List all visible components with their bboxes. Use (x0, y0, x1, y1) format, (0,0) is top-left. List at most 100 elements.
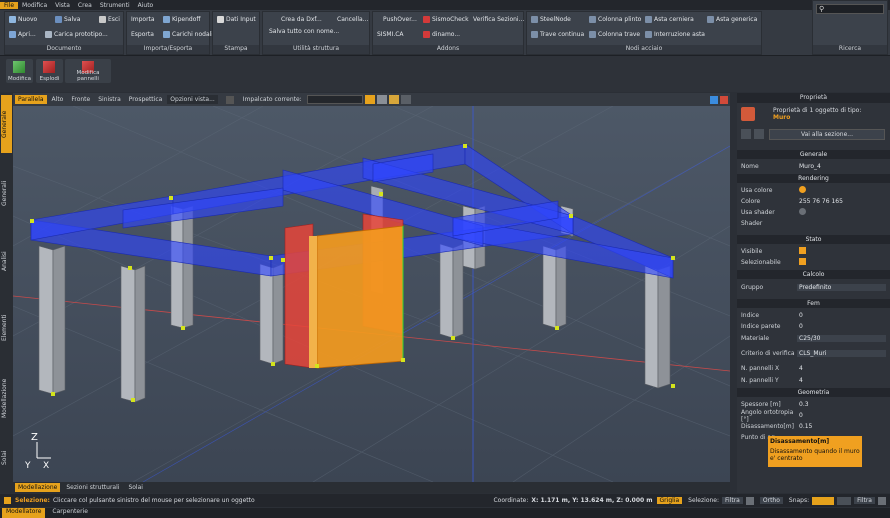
menu-modifica[interactable]: Modifica (18, 2, 51, 9)
section-stato[interactable]: Stato (737, 235, 890, 244)
tab-carpenterie[interactable]: Carpenterie (48, 508, 92, 518)
section-fem[interactable]: Fem (737, 299, 890, 308)
tab-prospettica[interactable]: Prospettica (126, 95, 166, 104)
npx-field[interactable]: 4 (797, 365, 890, 372)
npy-field[interactable]: 4 (797, 377, 890, 384)
section-generale[interactable]: Generale (737, 150, 890, 159)
esplodi-button[interactable]: Esplodi (36, 59, 63, 83)
pushover-button[interactable]: PushOver... (383, 16, 417, 23)
row-colore: Colore 255 76 76 165 (737, 196, 890, 207)
snap-extra[interactable] (837, 496, 852, 505)
tab-alto[interactable]: Alto (49, 95, 67, 104)
gruppo-select[interactable]: Predefinito (797, 284, 886, 291)
opzioni-vista-button[interactable]: Opzioni vista... (167, 95, 218, 104)
usa-colore-radio[interactable] (799, 186, 806, 193)
wrench-icon[interactable] (376, 95, 387, 104)
asta-cerniera-button[interactable]: Asta cerniera (645, 16, 694, 23)
arrow-down-icon[interactable] (400, 95, 411, 104)
griglia-toggle[interactable]: Griglia (656, 497, 683, 504)
esporta-button[interactable]: Esporta (131, 31, 154, 38)
selezionabile-checkbox[interactable] (799, 258, 806, 265)
colonna-plinto-button[interactable]: Colonna plinto (589, 16, 641, 23)
cancella-button[interactable]: Cancella... (337, 16, 368, 23)
tab-modellazione[interactable]: Modellazione (15, 483, 61, 492)
sidetab-analisi[interactable]: Analisi (1, 243, 12, 279)
close-view-icon[interactable] (720, 95, 728, 104)
carica-prototipo-button[interactable]: Carica prototipo... (45, 31, 108, 38)
apri-button[interactable]: Apri... (9, 31, 36, 38)
interruzione-asta-button[interactable]: Interruzione asta (645, 31, 705, 38)
section-geometria[interactable]: Geometria (737, 388, 890, 397)
row-materiale: Materiale C25/30 (737, 333, 890, 344)
colore-field[interactable]: 255 76 76 165 (797, 198, 890, 205)
selected-wall[interactable] (316, 225, 404, 369)
menu-vista[interactable]: Vista (51, 2, 74, 9)
search-icon: ⚲ (819, 5, 825, 13)
usa-shader-radio[interactable] (799, 208, 806, 215)
verifica-sezioni-button[interactable]: Verifica Sezioni... (473, 16, 524, 23)
section-rendering[interactable]: Rendering (737, 174, 890, 183)
goto-section-select[interactable]: Vai alla sezione... (769, 129, 885, 140)
disassamento-field[interactable]: 0.15 (797, 423, 890, 430)
nome-field[interactable]: Muro_4 (797, 163, 890, 170)
dinamo-button[interactable]: dinamo... (423, 31, 460, 38)
carichi-nodali-button[interactable]: Carichi nodali (163, 31, 213, 38)
colonna-trave-button[interactable]: Colonna trave (589, 31, 640, 38)
menu-strumenti[interactable]: Strumenti (96, 2, 134, 9)
row-selezionabile: Selezionabile (737, 257, 890, 268)
crea-dxf-button[interactable]: Crea da Dxf... (281, 16, 322, 23)
menu-file[interactable]: File (0, 1, 19, 9)
materiale-select[interactable]: C25/30 (797, 335, 886, 342)
snap-wrench-icon[interactable] (878, 496, 886, 505)
kipendoff-button[interactable]: Kipendoff (163, 16, 201, 23)
sidetab-elementi[interactable]: Elementi (1, 308, 12, 348)
snap-toggles[interactable] (812, 496, 835, 505)
sismica-button[interactable]: SISMI.CA (377, 31, 404, 38)
wrench-icon[interactable] (745, 496, 754, 505)
tab-parallela[interactable]: Parallela (15, 95, 47, 104)
ortho-toggle[interactable]: Ortho (759, 497, 783, 504)
section-calcolo[interactable]: Calcolo (737, 270, 890, 279)
tab-modellatore[interactable]: Modellatore (2, 508, 46, 518)
asta-generica-button[interactable]: Asta generica (707, 16, 757, 23)
esci-button[interactable]: Esci (99, 16, 120, 23)
impalcato-select[interactable] (306, 95, 363, 104)
floor-icon[interactable] (364, 95, 375, 104)
side-tabs: Generale Generali Analisi Elementi Model… (0, 93, 13, 493)
sismocheck-button[interactable]: SismoCheck (423, 16, 469, 23)
sidetab-generale[interactable]: Generale (1, 95, 12, 153)
steelnode-button[interactable]: SteelNode (531, 16, 571, 23)
tab-fronte[interactable]: Fronte (68, 95, 93, 104)
angolo-field[interactable]: 0 (797, 412, 890, 419)
trave-continua-button[interactable]: Trave continua (531, 31, 584, 38)
importa-button[interactable]: Importa (131, 16, 155, 23)
salva-con-nome-button[interactable]: Salva tutto con nome... (269, 28, 339, 35)
filtra-button[interactable]: Filtra (722, 497, 743, 504)
row-visibile: Visibile (737, 246, 890, 257)
snap-filtra-button[interactable]: Filtra (854, 497, 875, 504)
back-icon[interactable] (741, 129, 751, 139)
menu-crea[interactable]: Crea (74, 2, 96, 9)
visibile-checkbox[interactable] (799, 247, 806, 254)
salva-button[interactable]: Salva (55, 16, 80, 23)
3d-viewport[interactable]: Z Y X (13, 106, 730, 482)
add-view-icon[interactable] (710, 95, 718, 104)
tab-sezioni[interactable]: Sezioni strutturali (63, 483, 122, 492)
nuovo-button[interactable]: Nuovo (9, 16, 37, 23)
menu-aiuto[interactable]: Aiuto (134, 2, 158, 9)
sidetab-solai[interactable]: Solai (1, 448, 12, 468)
search-input[interactable]: ⚲ (816, 4, 884, 14)
modifica-big-button[interactable]: Modifica (6, 59, 33, 83)
sidetab-modellazione[interactable]: Modellazione (1, 368, 12, 428)
pin-icon[interactable] (388, 95, 399, 104)
tab-sinistra[interactable]: Sinistra (95, 95, 124, 104)
spessore-field[interactable]: 0.3 (797, 401, 890, 408)
dati-input-button[interactable]: Dati Input (217, 16, 256, 23)
exit-icon (99, 16, 106, 23)
tab-solai[interactable]: Solai (125, 483, 146, 492)
modifica-pannelli-button[interactable]: Modifica pannelli (65, 59, 111, 83)
sidetab-generali[interactable]: Generali (1, 173, 12, 213)
forward-icon[interactable] (754, 129, 764, 139)
criterio-select[interactable]: CLS_Muri (797, 350, 886, 357)
camera-icon[interactable] (225, 95, 234, 104)
